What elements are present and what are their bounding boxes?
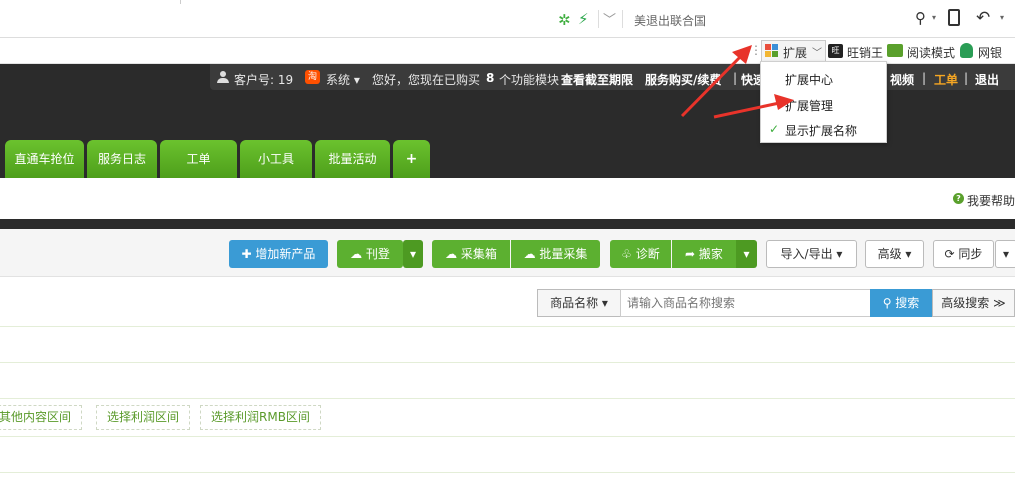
arrow-to-manage-icon (713, 94, 794, 119)
annotation-arrows (680, 45, 794, 119)
arrow-to-extensions-icon (680, 45, 752, 118)
